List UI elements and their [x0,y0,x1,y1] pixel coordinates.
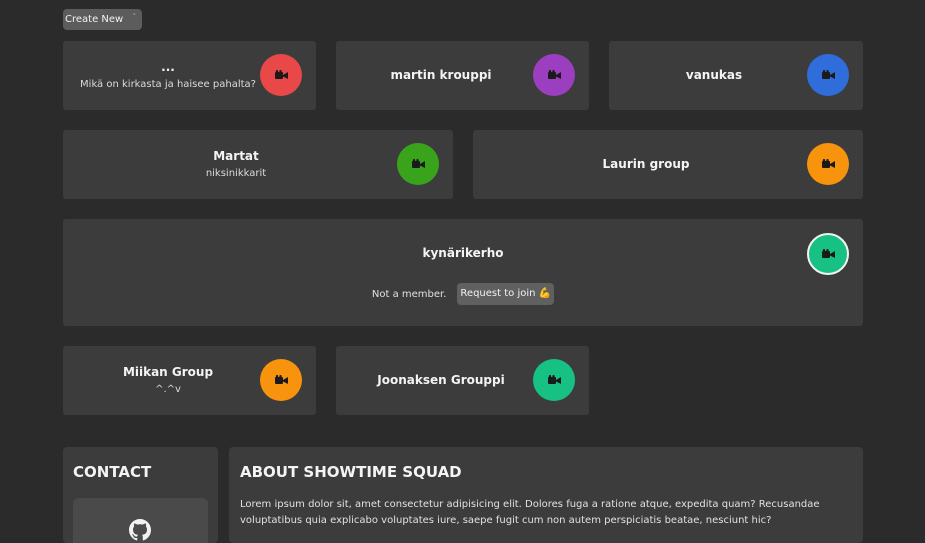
create-new-button[interactable]: Create New ˅ [63,9,142,30]
about-panel: ABOUT SHOWTIME SQUAD Lorem ipsum dolor s… [229,447,863,543]
group-title: Laurin group [602,157,690,171]
membership-row: Not a member. Request to join 💪 [63,283,863,305]
video-camera-icon [547,70,561,79]
group-title: Miikan Group [122,365,214,379]
group-title: Joonaksen Grouppi [377,373,505,387]
video-call-avatar[interactable] [807,143,849,185]
video-call-avatar[interactable] [533,359,575,401]
about-body: Lorem ipsum dolor sit, amet consectetur … [240,499,820,526]
group-card[interactable]: Miikan Group ^.^v [63,346,316,415]
contact-heading: CONTACT [73,463,152,481]
video-camera-icon [821,159,835,168]
chevron-down-icon: ˅ [132,13,137,21]
request-to-join-button[interactable]: Request to join 💪 [457,283,555,305]
group-title: kynärikerho [422,246,504,260]
video-call-avatar[interactable] [807,54,849,96]
group-title: ... [161,60,175,74]
group-card[interactable]: kynärikerho Not a member. Request to joi… [63,219,863,326]
video-call-avatar[interactable] [397,143,439,185]
page: Create New ˅ ... Mikä on kirkasta ja hai… [0,0,925,543]
video-camera-icon [821,249,835,258]
github-icon [129,519,151,541]
video-camera-icon [274,375,288,384]
group-card[interactable]: vanukas [609,41,863,110]
video-call-avatar[interactable] [260,359,302,401]
video-call-avatar[interactable] [533,54,575,96]
group-card[interactable]: Laurin group [473,130,863,199]
group-card[interactable]: Martat niksinikkarit [63,130,453,199]
video-call-avatar[interactable] [807,233,849,275]
group-title: martin krouppi [390,68,492,82]
group-title: vanukas [685,68,743,82]
create-new-label: Create New [65,14,124,25]
video-camera-icon [274,70,288,79]
video-call-avatar[interactable] [260,54,302,96]
group-subtitle: ^.^v [155,384,181,395]
video-camera-icon [411,159,425,168]
group-title: Martat [213,149,259,163]
group-subtitle: niksinikkarit [205,168,267,179]
github-link[interactable] [73,498,208,543]
about-heading: ABOUT SHOWTIME SQUAD [240,463,462,481]
video-camera-icon [547,375,561,384]
video-camera-icon [821,70,835,79]
group-subtitle: Mikä on kirkasta ja haisee pahalta? [80,79,256,90]
group-card[interactable]: martin krouppi [336,41,589,110]
contact-panel: CONTACT [63,447,218,543]
group-card[interactable]: Joonaksen Grouppi [336,346,589,415]
membership-status: Not a member. [371,288,447,300]
group-card[interactable]: ... Mikä on kirkasta ja haisee pahalta? [63,41,316,110]
